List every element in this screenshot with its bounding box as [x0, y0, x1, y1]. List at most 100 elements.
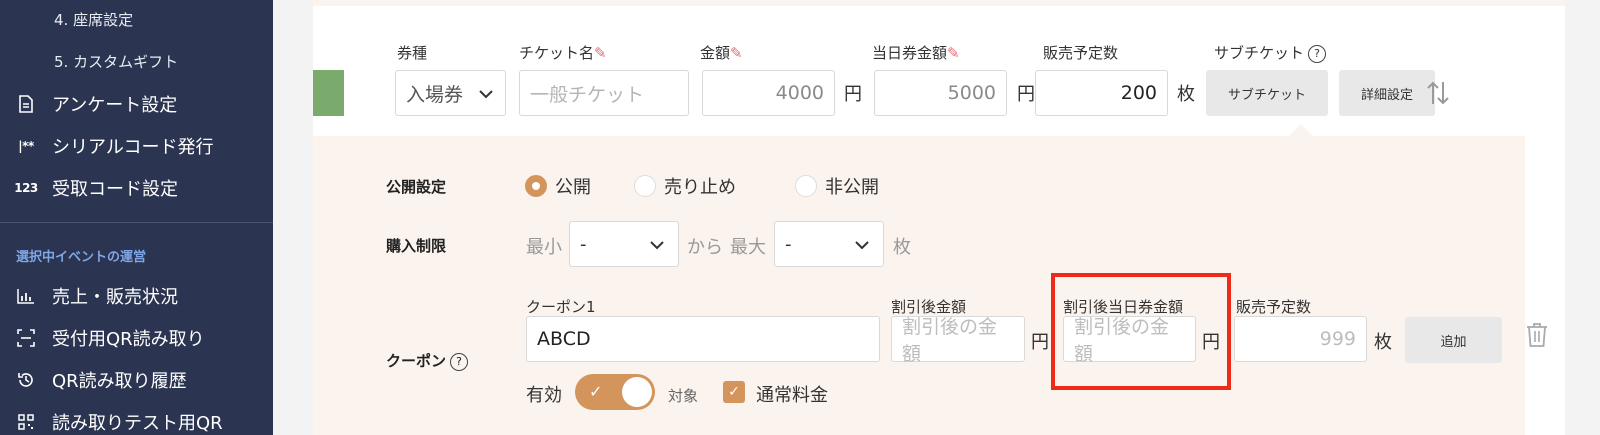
- min-select[interactable]: -: [569, 221, 679, 267]
- chevron-down-icon: [650, 234, 664, 255]
- sidebar-subitem-seat-settings[interactable]: 4. 座席設定: [54, 9, 133, 30]
- max-value: -: [785, 233, 792, 255]
- qr-scan-icon: [0, 329, 52, 347]
- day-price-label-text: 当日券金額: [872, 44, 948, 62]
- coupon-planned-input[interactable]: 999: [1234, 316, 1367, 362]
- code-123-icon: 123: [14, 181, 38, 195]
- enabled-toggle[interactable]: ✓: [575, 374, 655, 410]
- sidebar-item-label: 受取コード設定: [52, 179, 178, 200]
- trash-icon[interactable]: [1525, 322, 1549, 352]
- sidebar-item-qr-history[interactable]: QR読み取り履歴: [0, 360, 273, 400]
- radio-dot: [795, 175, 817, 197]
- price-unit: 円: [844, 84, 862, 105]
- coupon-label: クーポン?: [386, 350, 469, 371]
- radio-private[interactable]: 非公開: [795, 173, 879, 199]
- check-icon: ✓: [728, 384, 740, 400]
- price-label: 金額✎: [700, 42, 743, 63]
- discount-price-unit: 円: [1031, 332, 1049, 353]
- ticket-type-select[interactable]: 入場券: [395, 70, 506, 116]
- main-area: 券種 チケット名✎ 金額✎ 当日券金額✎ 販売予定数 サブチケット? 入場券 一…: [273, 0, 1600, 435]
- sidebar-item-label: アンケート設定: [52, 95, 178, 116]
- day-price-label: 当日券金額✎: [872, 42, 960, 63]
- radio-dot: [525, 175, 547, 197]
- required-icon: ✎: [594, 44, 607, 62]
- help-icon[interactable]: ?: [1308, 44, 1327, 63]
- panel-notch: [1289, 124, 1313, 136]
- target-label: 対象: [668, 387, 699, 405]
- sort-arrows-icon[interactable]: [1423, 78, 1453, 108]
- chevron-down-icon: [855, 234, 869, 255]
- sidebar-item-label: QR読み取り履歴: [52, 371, 187, 392]
- ticket-name-label: チケット名✎: [519, 42, 607, 63]
- planned-count-input[interactable]: 200: [1035, 70, 1168, 116]
- required-icon: ✎: [947, 44, 960, 62]
- sub-ticket-label: サブチケット?: [1214, 42, 1327, 63]
- sidebar-item-serial-code[interactable]: |** シリアルコード発行: [0, 126, 273, 166]
- chevron-down-icon: [479, 82, 493, 104]
- radio-label: 売り止め: [664, 177, 736, 198]
- normal-fee-checkbox[interactable]: ✓: [723, 381, 745, 403]
- day-price-input[interactable]: 5000: [874, 70, 1007, 116]
- history-icon: [0, 371, 52, 389]
- ticket-name-input[interactable]: 一般チケット: [519, 70, 689, 116]
- toggle-knob: [622, 377, 652, 407]
- normal-fee-label: 通常料金: [756, 385, 828, 406]
- sidebar-item-qr-scan[interactable]: 受付用QR読み取り: [0, 318, 273, 358]
- sidebar-item-survey[interactable]: アンケート設定: [0, 84, 273, 124]
- sidebar-item-label: 売上・販売状況: [52, 287, 178, 308]
- detail-panel: [313, 136, 1525, 435]
- planned-count-label: 販売予定数: [1043, 44, 1119, 62]
- from-label: から: [687, 237, 723, 258]
- planned-count-unit: 枚: [1177, 84, 1195, 105]
- coupon-planned-label: 販売予定数: [1236, 298, 1312, 316]
- radio-dot: [634, 175, 656, 197]
- check-icon: ✓: [589, 382, 603, 401]
- sidebar-item-receive-code[interactable]: 123 受取コード設定: [0, 168, 273, 208]
- enabled-label: 有効: [526, 385, 562, 406]
- max-label: 最大: [730, 237, 766, 258]
- ticket-type-value: 入場券: [406, 83, 464, 106]
- ticket-color-tab[interactable]: [313, 70, 344, 116]
- sidebar-item-sales[interactable]: 売上・販売状況: [0, 276, 273, 316]
- purchase-limit-label: 購入制限: [386, 237, 447, 255]
- sidebar-divider: [0, 222, 273, 223]
- limit-unit: 枚: [893, 237, 911, 258]
- required-icon: ✎: [730, 44, 743, 62]
- coupon-name-label: クーポン1: [526, 298, 596, 316]
- help-icon[interactable]: ?: [450, 352, 469, 371]
- discount-price-input[interactable]: 割引後の金額: [891, 316, 1025, 365]
- sidebar-item-label: 受付用QR読み取り: [52, 329, 205, 350]
- price-label-text: 金額: [700, 44, 731, 62]
- ticket-type-label: 券種: [397, 44, 428, 62]
- sidebar-subitem-custom-gift[interactable]: 5. カスタムギフト: [54, 51, 178, 72]
- card-top-strip: [313, 0, 1565, 6]
- sub-ticket-button[interactable]: サブチケット: [1206, 70, 1328, 116]
- document-icon: [0, 95, 52, 113]
- add-coupon-button[interactable]: 追加: [1405, 317, 1502, 363]
- max-select[interactable]: -: [774, 221, 884, 267]
- sub-ticket-label-text: サブチケット: [1214, 44, 1305, 62]
- qr-code-icon: [0, 414, 52, 430]
- sidebar-item-label: シリアルコード発行: [52, 137, 214, 158]
- min-label: 最小: [526, 237, 562, 258]
- visibility-label: 公開設定: [386, 178, 447, 196]
- sidebar-item-test-qr[interactable]: 読み取りテスト用QR: [0, 402, 273, 435]
- radio-public[interactable]: 公開: [525, 173, 591, 199]
- serial-code-icon: |**: [18, 139, 34, 153]
- bar-chart-icon: [0, 288, 52, 304]
- detail-settings-button[interactable]: 詳細設定: [1339, 70, 1435, 116]
- price-input[interactable]: 4000: [702, 70, 835, 116]
- day-price-unit: 円: [1017, 84, 1035, 105]
- radio-label: 公開: [555, 177, 591, 198]
- min-value: -: [580, 233, 587, 255]
- radio-label: 非公開: [825, 177, 879, 198]
- sidebar-item-label: 読み取りテスト用QR: [52, 413, 223, 434]
- coupon-name-input[interactable]: ABCD: [526, 316, 880, 362]
- sidebar-section-title: 選択中イベントの運営: [16, 250, 147, 265]
- ticket-name-label-text: チケット名: [519, 44, 595, 62]
- sidebar: 4. 座席設定 5. カスタムギフト アンケート設定 |** シリアルコード発行…: [0, 0, 273, 435]
- radio-stop-sales[interactable]: 売り止め: [634, 173, 736, 199]
- coupon-label-text: クーポン: [386, 352, 447, 370]
- coupon-planned-unit: 枚: [1374, 332, 1392, 353]
- highlight-box: [1051, 273, 1231, 390]
